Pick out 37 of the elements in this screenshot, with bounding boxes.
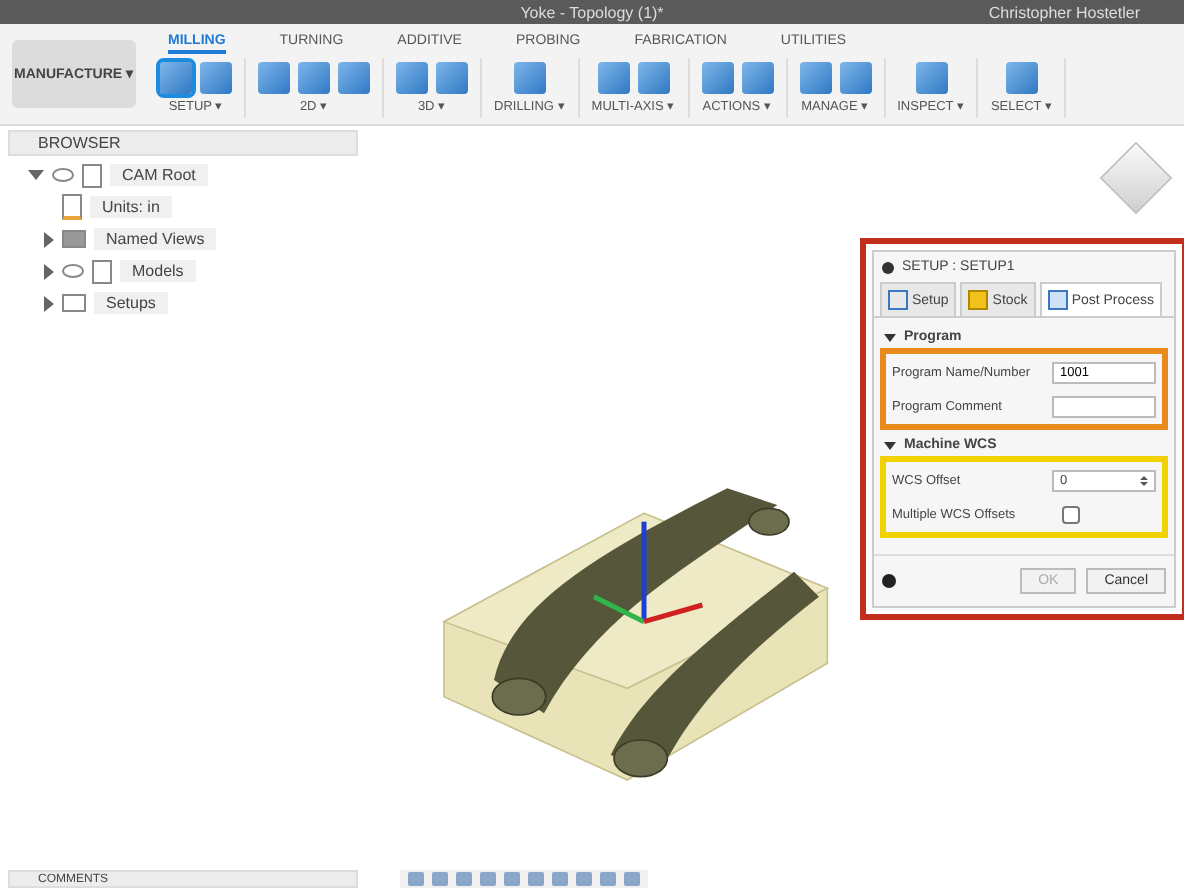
expand-arrow-icon[interactable]: [884, 333, 896, 341]
tool-icon[interactable]: [799, 61, 832, 93]
spinner-arrows-icon[interactable]: [1140, 475, 1148, 485]
tool-icon[interactable]: [513, 61, 546, 93]
expand-arrow-icon[interactable]: [28, 170, 44, 180]
tool-icon[interactable]: [298, 61, 330, 93]
eye-icon[interactable]: [52, 168, 74, 182]
document-icon: [92, 259, 112, 283]
tree-item[interactable]: Models: [120, 260, 196, 282]
tool-icon[interactable]: [597, 61, 630, 93]
tool-icon[interactable]: [338, 61, 370, 93]
tree-item[interactable]: Setups: [94, 292, 168, 314]
tool-icon[interactable]: [839, 61, 872, 93]
eye-icon[interactable]: [62, 264, 84, 278]
tree-item[interactable]: Units: in: [90, 196, 172, 218]
tool-icon[interactable]: [741, 61, 774, 93]
tool-icon[interactable]: [1005, 61, 1038, 93]
tool-icon[interactable]: [701, 61, 734, 93]
user-name: Christopher Hostetler: [988, 3, 1140, 21]
expand-arrow-icon[interactable]: [884, 441, 896, 449]
tool-icon[interactable]: [915, 61, 948, 93]
info-icon[interactable]: [882, 574, 896, 588]
tool-icon[interactable]: [200, 61, 232, 93]
tree-item[interactable]: Named Views: [94, 228, 217, 250]
collapse-icon[interactable]: [882, 261, 894, 273]
input-field[interactable]: [1052, 395, 1156, 417]
document-icon: [82, 163, 102, 187]
checkbox[interactable]: [1062, 505, 1080, 523]
document-icon: [62, 194, 82, 220]
tool-icon[interactable]: [258, 61, 290, 93]
tool-icon[interactable]: [396, 61, 428, 93]
tool-icon[interactable]: [637, 61, 670, 93]
expand-arrow-icon[interactable]: [44, 263, 54, 279]
tool-icon[interactable]: [436, 61, 468, 93]
window-title: Yoke - Topology (1)*: [520, 3, 664, 21]
tree-item[interactable]: CAM Root: [110, 164, 208, 186]
panel-title: BROWSER: [38, 134, 121, 152]
